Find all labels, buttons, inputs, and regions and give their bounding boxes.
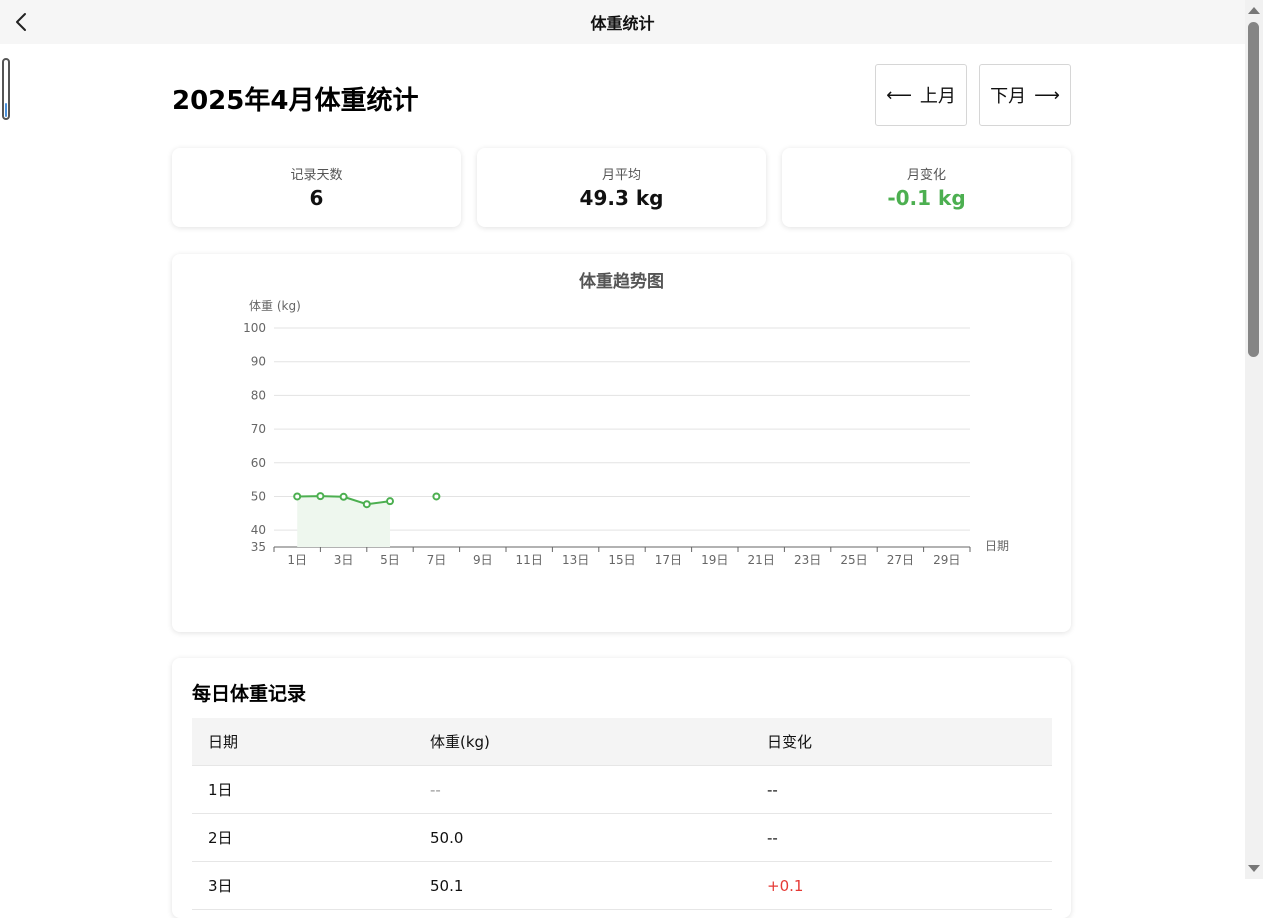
x-tick-label: 9日 bbox=[473, 553, 493, 567]
column-header-change: 日变化 bbox=[767, 718, 1052, 766]
next-month-button[interactable]: 下月 ⟶ bbox=[979, 64, 1071, 126]
x-tick-label: 11日 bbox=[516, 553, 543, 567]
stat-value: -0.1 kg bbox=[887, 186, 966, 210]
stat-card-record-days: 记录天数 6 bbox=[172, 148, 461, 227]
data-point bbox=[339, 492, 348, 501]
table-header-row: 日期 体重(kg) 日变化 bbox=[192, 718, 1052, 766]
side-slider-handle[interactable] bbox=[2, 58, 10, 120]
top-navigation-bar: 体重统计 bbox=[0, 0, 1245, 44]
y-tick-label: 70 bbox=[251, 422, 266, 436]
column-header-date: 日期 bbox=[192, 718, 430, 766]
y-tick-label: 60 bbox=[251, 456, 266, 470]
prev-month-button[interactable]: ⟵ 上月 bbox=[875, 64, 967, 126]
weight-trend-chart: 体重趋势图体重 (kg) 日期 35 40 50 60 70 80 90 100 1日 3日 5日 7日 9… bbox=[243, 271, 1009, 567]
prev-month-label: 上月 bbox=[919, 86, 956, 107]
x-tick-label: 13日 bbox=[562, 553, 589, 567]
table-row[interactable]: 3日 50.1 +0.1 bbox=[192, 861, 1052, 910]
stat-value: 6 bbox=[309, 186, 324, 210]
cell-weight: -- bbox=[430, 765, 767, 814]
cell-change: +0.1 bbox=[767, 861, 1052, 910]
records-title: 每日体重记录 bbox=[192, 683, 307, 705]
y-tick-label: 35 bbox=[251, 540, 266, 554]
x-tick-label: 5日 bbox=[380, 553, 400, 567]
y-tick-label: 90 bbox=[251, 355, 266, 369]
cell-change: -- bbox=[767, 813, 1052, 862]
cell-date: 3日 bbox=[192, 861, 430, 910]
x-tick-label: 15日 bbox=[608, 553, 635, 567]
scroll-down-icon[interactable] bbox=[1248, 865, 1260, 872]
chart-title: 体重趋势图 bbox=[579, 271, 664, 292]
x-tick-label: 25日 bbox=[840, 553, 867, 567]
cell-date: 2日 bbox=[192, 813, 430, 862]
stat-card-monthly-change: 月变化 -0.1 kg bbox=[782, 148, 1071, 227]
data-point bbox=[432, 492, 441, 501]
y-tick-label: 100 bbox=[243, 321, 266, 335]
data-point bbox=[386, 497, 394, 506]
x-tick-label: 3日 bbox=[334, 553, 354, 567]
page-title: 2025年4月体重统计 bbox=[172, 86, 419, 116]
topbar-title: 体重统计 bbox=[590, 14, 655, 33]
cell-weight: 50.1 bbox=[430, 861, 767, 910]
x-tick-label: 7日 bbox=[427, 553, 447, 567]
vertical-scrollbar[interactable] bbox=[1245, 0, 1263, 879]
cell-weight: 50.0 bbox=[430, 813, 767, 862]
stat-label: 记录天数 bbox=[290, 168, 343, 183]
data-point bbox=[293, 492, 302, 501]
daily-records-table: 日期 体重(kg) 日变化 1日 -- -- 2日 50.0 -- 3日 50.… bbox=[192, 718, 1052, 910]
weight-trend-chart-card: 体重趋势图体重 (kg) 日期 35 40 50 60 70 80 90 100 1日 3日 5日 7日 9… bbox=[172, 254, 1071, 632]
cell-change: -- bbox=[767, 765, 1052, 814]
side-slider-fill bbox=[5, 103, 7, 117]
x-axis-label: 日期 bbox=[985, 539, 1009, 553]
table-row[interactable]: 1日 -- -- bbox=[192, 765, 1052, 814]
x-tick-label: 21日 bbox=[748, 553, 775, 567]
table-row[interactable]: 2日 50.0 -- bbox=[192, 813, 1052, 862]
cell-date: 1日 bbox=[192, 765, 430, 814]
x-tick-label: 27日 bbox=[887, 553, 914, 567]
scrollbar-thumb[interactable] bbox=[1248, 22, 1259, 357]
column-header-weight: 体重(kg) bbox=[430, 718, 767, 766]
back-arrow-icon[interactable] bbox=[10, 10, 34, 34]
x-tick-label: 1日 bbox=[287, 553, 307, 567]
daily-records-card: 每日体重记录 日期 体重(kg) 日变化 1日 -- -- 2日 50.0 --… bbox=[172, 658, 1071, 918]
y-tick-label: 40 bbox=[251, 523, 266, 537]
data-point bbox=[316, 492, 325, 501]
x-tick-label: 19日 bbox=[701, 553, 728, 567]
y-axis-label: 体重 (kg) bbox=[249, 299, 301, 313]
x-tick-label: 29日 bbox=[933, 553, 960, 567]
x-tick-label: 23日 bbox=[794, 553, 821, 567]
stat-value: 49.3 kg bbox=[579, 186, 664, 210]
stat-card-monthly-average: 月平均 49.3 kg bbox=[477, 148, 766, 227]
y-tick-label: 50 bbox=[251, 489, 266, 503]
stat-label: 月平均 bbox=[601, 168, 641, 183]
data-point bbox=[362, 500, 371, 509]
x-tick-label: 17日 bbox=[655, 553, 682, 567]
next-month-label: 下月 bbox=[990, 86, 1027, 107]
right-arrow-icon: ⟶ bbox=[1034, 84, 1060, 106]
stat-label: 月变化 bbox=[906, 168, 946, 183]
left-arrow-icon: ⟵ bbox=[886, 84, 912, 106]
y-tick-label: 80 bbox=[251, 388, 266, 402]
scroll-up-icon[interactable] bbox=[1248, 7, 1260, 14]
